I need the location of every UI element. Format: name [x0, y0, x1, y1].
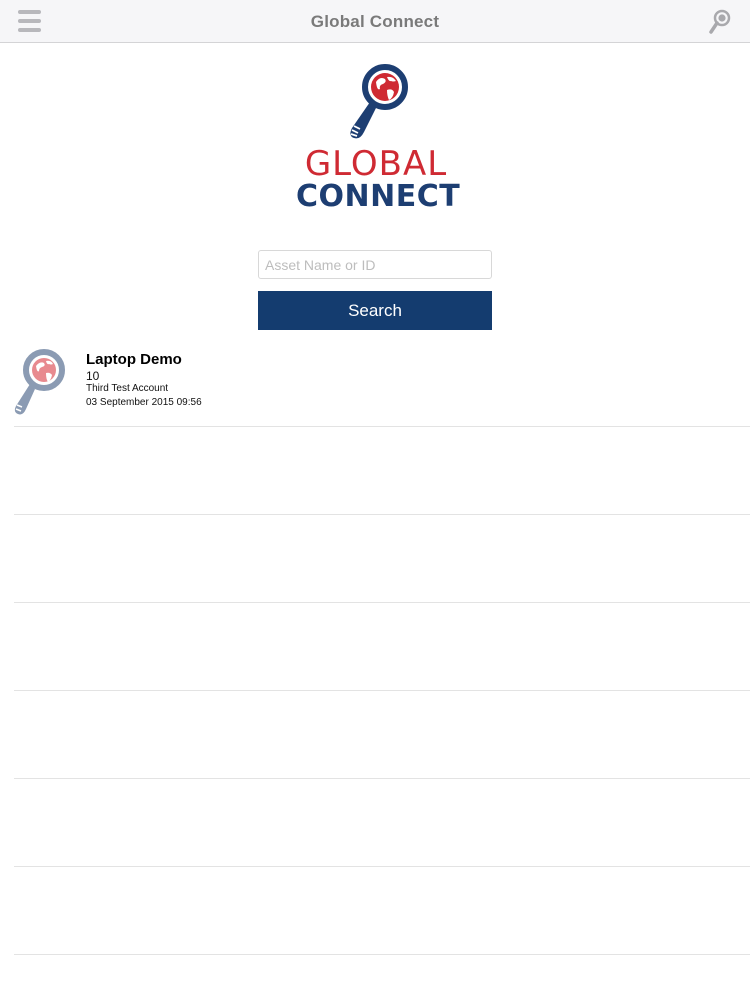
- magnifier-search-icon[interactable]: [708, 9, 732, 35]
- list-item-empty: [14, 515, 750, 603]
- globe-magnifier-icon: [14, 349, 65, 415]
- list-item-empty: [14, 427, 750, 515]
- asset-account: Third Test Account: [86, 383, 169, 394]
- search-button[interactable]: Search: [258, 291, 492, 330]
- asset-search-input[interactable]: [258, 250, 492, 279]
- list-item-empty: [14, 603, 750, 691]
- list-item-empty: [14, 691, 750, 779]
- app-root: Global Connect GLOBAL CONNECT Search: [0, 0, 750, 1000]
- asset-timestamp: 03 September 2015 09:56: [86, 397, 202, 408]
- asset-name: Laptop Demo: [86, 351, 182, 368]
- navigation-bar: Global Connect: [0, 0, 750, 43]
- list-item[interactable]: Laptop Demo 10 Third Test Account 03 Sep…: [14, 338, 750, 427]
- globe-magnifier-logo-icon: [350, 64, 408, 139]
- list-item-empty: [14, 779, 750, 867]
- logo-text-global: GLOBAL: [304, 144, 448, 184]
- results-list: Laptop Demo 10 Third Test Account 03 Sep…: [0, 338, 750, 955]
- nav-title: Global Connect: [310, 12, 440, 31]
- global-connect-logo: GLOBAL CONNECT: [290, 62, 460, 217]
- list-item-empty: [14, 867, 750, 955]
- asset-id: 10: [86, 369, 100, 383]
- logo-text-connect: CONNECT: [296, 179, 461, 214]
